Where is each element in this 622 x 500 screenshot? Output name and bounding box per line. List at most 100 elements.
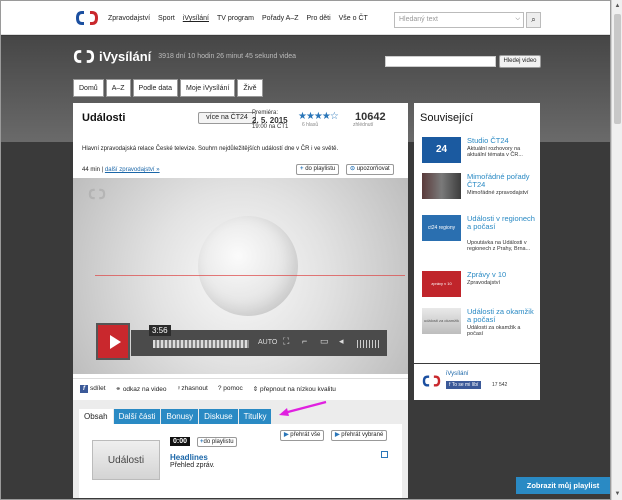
play-selected-button[interactable]: ▶ přehrát vybrané [331, 430, 388, 441]
ct-logo-white-icon [73, 50, 95, 63]
tab-titulky[interactable]: Titulky [238, 409, 272, 424]
ivysilani-logo[interactable]: iVysílání 3918 dní 10 hodin 26 minut 45 … [73, 49, 296, 64]
program-description: Hlavní zpravodajská relace České televiz… [82, 146, 339, 152]
fb-page-name[interactable]: iVysílání [446, 371, 468, 377]
chapter-checkbox[interactable] [381, 451, 388, 458]
volume-slider[interactable] [357, 340, 379, 348]
scrollbar[interactable]: ▲ ▼ [611, 0, 622, 500]
related-title: Související [420, 112, 474, 124]
chapter-description: Přehled zpráv. [170, 462, 215, 469]
chevron-down-icon[interactable]: ⌵ [515, 16, 520, 23]
related-thumbnail[interactable]: ct24 regiony [422, 215, 461, 241]
annotation-arrow-icon [279, 400, 327, 416]
chapter-add-playlist-button[interactable]: +do playlistu [197, 437, 237, 447]
bell-icon: ⊙ [350, 166, 356, 172]
play-icon: ▶ [335, 432, 340, 438]
related-item-desc: Mimořádné zpravodajství [467, 190, 529, 196]
video-player[interactable]: 3:56 AUTO ⛶ ⌐ ▭ ◂ [73, 178, 408, 374]
related-thumbnail[interactable]: 24 [422, 137, 461, 163]
quality-selector[interactable]: AUTO [258, 339, 277, 346]
site-search-input[interactable]: Hledaný text ⌵ [394, 12, 524, 28]
volume-icon[interactable]: ◂ [339, 336, 344, 347]
duration-text: 44 min | [82, 167, 104, 173]
nav-a-z[interactable]: A–Z [105, 79, 131, 97]
related-item-title[interactable]: Události za okamžik a počasí [467, 308, 537, 324]
globe-graphic [198, 216, 298, 316]
current-time: 3:56 [149, 325, 171, 336]
search-placeholder: Hledaný text [399, 16, 438, 23]
more-on-ct24-button[interactable]: více na ČT24 [198, 112, 256, 124]
add-to-playlist-label: do playlistu [305, 166, 336, 172]
video-search-input[interactable] [385, 56, 496, 67]
popout-icon[interactable]: ⌐ [302, 336, 307, 346]
low-quality-button[interactable]: ⇕ přepnout na nízkou kvalitu [253, 385, 336, 393]
help-button[interactable]: ? pomoc [218, 385, 243, 392]
play-button[interactable] [96, 323, 130, 360]
progress-bar[interactable] [153, 340, 249, 348]
nav-moje-ivysilani[interactable]: Moje iVysílání [180, 79, 236, 97]
video-link-label: odkaz na video [122, 385, 167, 393]
nav-domu[interactable]: Domů [73, 79, 104, 97]
topnav-sport[interactable]: Sport [158, 15, 175, 22]
dim-lights-button[interactable]: ♀zhasnout [177, 385, 208, 392]
nav-zive[interactable]: Živě [237, 79, 263, 97]
orbit-line [95, 275, 405, 276]
related-item-title[interactable]: Zprávy v 10 [467, 271, 537, 279]
video-link-button[interactable]: ⚭ odkaz na video [116, 385, 167, 393]
video-search-button[interactable]: Hledej video [499, 55, 541, 68]
chapter-title[interactable]: Headlines [170, 453, 208, 462]
tab-dalsi-casti[interactable]: Další části [113, 409, 161, 424]
low-quality-label: přepnout na nízkou kvalitu [260, 385, 336, 393]
scroll-down-icon[interactable]: ▼ [613, 489, 622, 499]
scroll-thumb[interactable] [614, 14, 621, 124]
play-icon: ▶ [284, 432, 289, 438]
ct-logo-icon[interactable] [75, 10, 99, 26]
nav-podle-data[interactable]: Podle data [132, 79, 179, 97]
tab-obsah[interactable]: Obsah [79, 409, 113, 424]
page-title: Události [82, 112, 126, 124]
topnav-porady-az[interactable]: Pořady A–Z [262, 15, 299, 22]
show-my-playlist-button[interactable]: Zobrazit můj playlist [516, 477, 610, 494]
subtitles-icon[interactable]: ▭ [320, 336, 329, 347]
scroll-up-icon[interactable]: ▲ [613, 1, 622, 11]
topnav-vse-o-ct[interactable]: Vše o ČT [339, 15, 368, 22]
related-item-title[interactable]: Mimořádné pořady ČT24 [467, 173, 537, 189]
related-item-desc: Zpravodajství [467, 280, 501, 286]
related-thumbnail[interactable]: zprávy v 10 [422, 271, 461, 297]
topnav-tv-program[interactable]: TV program [217, 15, 254, 22]
play-all-button[interactable]: ▶ přehrát vše [280, 430, 325, 441]
rating-stars[interactable]: ★★★★☆ [298, 111, 339, 122]
notify-button[interactable]: ⊙ upozorňovat [346, 164, 394, 175]
notify-label: upozorňovat [356, 166, 390, 172]
search-button[interactable]: ⌕ [526, 12, 541, 28]
premiere-time: 19:00 na ČT1 [252, 124, 289, 130]
ct-logo-icon [422, 375, 441, 387]
related-item-title[interactable]: Studio ČT24 [467, 137, 537, 145]
main-navigation: Domů A–Z Podle data Moje iVysílání Živě [73, 79, 263, 97]
topnav-pro-deti[interactable]: Pro děti [307, 15, 331, 22]
tab-diskuse[interactable]: Diskuse [199, 409, 238, 424]
link-icon: ⚭ [115, 385, 121, 393]
related-thumbnail[interactable] [422, 173, 461, 199]
facebook-icon: f [80, 384, 88, 393]
fullscreen-icon[interactable]: ⛶ [283, 336, 289, 347]
add-to-playlist-button[interactable]: + do playlistu [296, 164, 340, 175]
topnav-ivysilani[interactable]: iVysílání [183, 15, 209, 22]
play-selected-label: přehrát vybrané [341, 432, 384, 438]
tab-bonusy[interactable]: Bonusy [161, 409, 199, 424]
facebook-widget: iVysílání f To se mi líbí 17 542 [414, 364, 540, 400]
fb-like-button[interactable]: f To se mi líbí [446, 381, 482, 389]
more-news-link[interactable]: další zpravodajství » [105, 167, 160, 173]
fb-like-label: To se mi líbí [451, 382, 479, 388]
chapter-thumbnail[interactable]: Události [92, 440, 160, 480]
related-thumbnail[interactable]: události za okamžik [422, 308, 461, 334]
related-sidebar: Související 24 Studio ČT24 Aktuální rozh… [414, 103, 540, 363]
topnav-zpravodajstvi[interactable]: Zpravodajství [108, 15, 150, 22]
help-label: pomoc [223, 385, 243, 392]
share-button[interactable]: f sdílet [80, 384, 106, 393]
related-item-desc: Aktuální rozhovory na aktuální témata v … [467, 146, 523, 158]
share-label: sdílet [90, 384, 106, 392]
facebook-icon: f [449, 382, 451, 388]
chapter-time: 0:00 [170, 437, 191, 446]
related-item-title[interactable]: Události v regionech a počasí [467, 215, 537, 231]
